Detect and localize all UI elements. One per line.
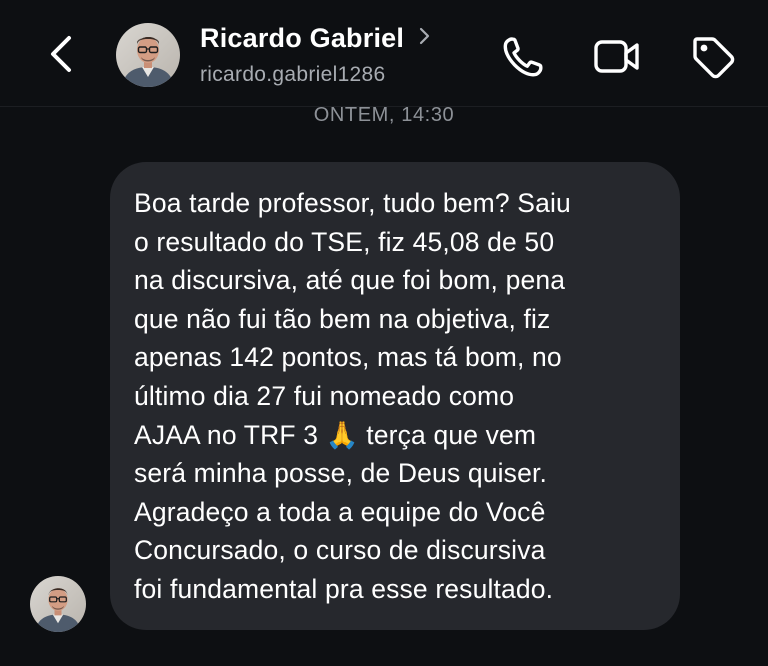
message-timestamp: ONTEM, 14:30 bbox=[313, 104, 455, 126]
tag-icon bbox=[693, 37, 735, 79]
tag-button[interactable] bbox=[686, 30, 740, 84]
chat-header: Ricardo Gabriel ricardo.gabriel1286 bbox=[0, 0, 768, 107]
video-call-button[interactable] bbox=[590, 30, 644, 84]
avatar-image bbox=[30, 576, 86, 632]
message-bubble[interactable]: Boa tarde professor, tudo bem? Saiu o re… bbox=[110, 162, 680, 630]
avatar-image bbox=[116, 23, 180, 87]
sender-avatar[interactable] bbox=[30, 576, 86, 632]
contact-avatar[interactable] bbox=[116, 23, 180, 87]
contact-name[interactable]: Ricardo Gabriel bbox=[200, 23, 404, 54]
message-text: Boa tarde professor, tudo bem? Saiu o re… bbox=[134, 188, 571, 604]
phone-icon bbox=[503, 37, 543, 77]
audio-call-button[interactable] bbox=[496, 30, 550, 84]
chevron-right-icon bbox=[419, 27, 429, 44]
contact-title[interactable]: Ricardo Gabriel ricardo.gabriel1286 bbox=[200, 23, 431, 87]
video-camera-icon bbox=[594, 40, 639, 73]
chevron-left-icon bbox=[51, 36, 71, 72]
back-button[interactable] bbox=[38, 30, 86, 78]
contact-username: ricardo.gabriel1286 bbox=[200, 63, 386, 86]
